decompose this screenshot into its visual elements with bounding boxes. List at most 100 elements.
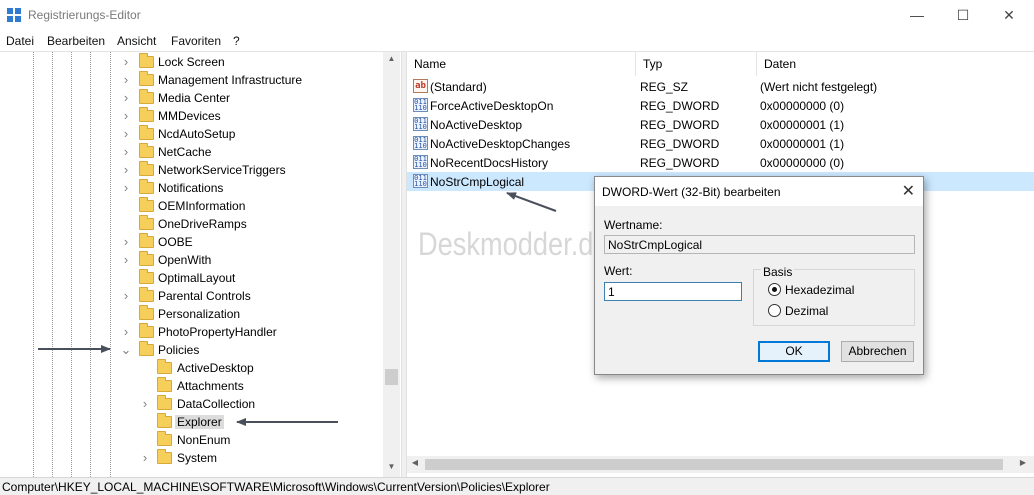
minimize-button[interactable]: — (894, 0, 940, 31)
tree-item[interactable]: › OpenWith (0, 251, 380, 269)
tree-item-label[interactable]: OpenWith (158, 253, 211, 267)
tree-scrollbar-thumb[interactable] (385, 369, 398, 385)
values-hscrollbar-thumb[interactable] (425, 459, 1003, 470)
tree-item-label[interactable]: Personalization (158, 307, 240, 321)
tree-item[interactable]: Explorer (0, 413, 380, 431)
hex-radio[interactable] (768, 283, 781, 296)
tree-item[interactable]: ⌄ Policies (0, 341, 380, 359)
dec-radio-label[interactable]: Dezimal (785, 304, 828, 318)
expand-chevron-icon[interactable]: › (119, 288, 133, 304)
tree-item-label[interactable]: Parental Controls (158, 289, 251, 303)
value-row[interactable]: 011 110 NoActiveDesktop REG_DWORD 0x0000000… (407, 115, 1034, 134)
expand-chevron-icon[interactable]: › (138, 450, 152, 466)
collapse-chevron-icon[interactable]: ⌄ (119, 342, 133, 358)
expand-chevron-icon[interactable]: › (119, 180, 133, 196)
tree-item-label[interactable]: DataCollection (177, 397, 255, 411)
dialog-close-icon[interactable]: ✕ (902, 181, 915, 201)
expand-chevron-icon[interactable]: › (119, 54, 133, 70)
tree-item[interactable]: › NetCache (0, 143, 380, 161)
menu-ansicht[interactable]: Ansicht (117, 34, 156, 48)
column-header-data[interactable]: Daten (757, 52, 1034, 76)
tree-item[interactable]: › PhotoPropertyHandler (0, 323, 380, 341)
expand-chevron-icon[interactable]: › (119, 324, 133, 340)
scroll-up-icon[interactable]: ▲ (383, 54, 400, 63)
cancel-button[interactable]: Abbrechen (841, 341, 914, 362)
tree-item[interactable]: › OOBE (0, 233, 380, 251)
key-tree[interactable]: › Lock Screen › Management Infrastructure › M… (0, 52, 401, 477)
expand-chevron-icon[interactable]: › (119, 72, 133, 88)
expand-chevron-icon[interactable]: › (119, 162, 133, 178)
dialog-title-bar: DWORD-Wert (32-Bit) bearbeiten ✕ (595, 177, 923, 206)
tree-item-label[interactable]: NetworkServiceTriggers (158, 163, 286, 177)
tree-item[interactable]: Attachments (0, 377, 380, 395)
tree-item[interactable]: NonEnum (0, 431, 380, 449)
value-row[interactable]: 011 110 ForceActiveDesktopOn REG_DWORD 0x00… (407, 96, 1034, 115)
tree-item-label[interactable]: Attachments (177, 379, 244, 393)
tree-item-label[interactable]: System (177, 451, 217, 465)
values-hscrollbar[interactable]: ◀ ▶ (407, 456, 1034, 473)
folder-icon (157, 413, 172, 428)
tree-item[interactable]: › Lock Screen (0, 53, 380, 71)
tree-item[interactable]: ActiveDesktop (0, 359, 380, 377)
folder-icon (139, 143, 154, 158)
tree-item[interactable]: › NcdAutoSetup (0, 125, 380, 143)
scroll-right-icon[interactable]: ▶ (1017, 458, 1029, 467)
scroll-left-icon[interactable]: ◀ (409, 458, 421, 467)
column-header-name[interactable]: Name (407, 52, 636, 76)
menu-favoriten[interactable]: Favoriten (171, 34, 221, 48)
tree-item-label[interactable]: OptimalLayout (158, 271, 235, 285)
expand-chevron-icon[interactable]: › (119, 144, 133, 160)
tree-item-label[interactable]: NcdAutoSetup (158, 127, 235, 141)
tree-item-label[interactable]: PhotoPropertyHandler (158, 325, 277, 339)
tree-item[interactable]: › Media Center (0, 89, 380, 107)
expand-chevron-icon[interactable]: › (138, 396, 152, 412)
column-header-type[interactable]: Typ (636, 52, 757, 76)
tree-item[interactable]: › DataCollection (0, 395, 380, 413)
menu-help[interactable]: ? (233, 34, 240, 48)
expand-chevron-icon[interactable]: › (119, 126, 133, 142)
tree-item[interactable]: › NetworkServiceTriggers (0, 161, 380, 179)
value-name-cell: NoStrCmpLogical (430, 175, 525, 189)
menu-bearbeiten[interactable]: Bearbeiten (47, 34, 105, 48)
menu-bar: Datei Bearbeiten Ansicht Favoriten ? (0, 31, 1034, 51)
tree-item[interactable]: › System (0, 449, 380, 467)
tree-item[interactable]: › MMDevices (0, 107, 380, 125)
tree-item-label[interactable]: Explorer (175, 415, 224, 429)
tree-item[interactable]: OneDriveRamps (0, 215, 380, 233)
expand-chevron-icon[interactable]: › (119, 252, 133, 268)
close-button[interactable]: ✕ (986, 0, 1032, 31)
maximize-button[interactable]: ☐ (940, 0, 986, 31)
tree-item-label[interactable]: Notifications (158, 181, 223, 195)
tree-item[interactable]: › Notifications (0, 179, 380, 197)
tree-item-label[interactable]: OOBE (158, 235, 193, 249)
value-name-cell: (Standard) (430, 80, 487, 94)
tree-item[interactable]: Personalization (0, 305, 380, 323)
hex-radio-label[interactable]: Hexadezimal (785, 283, 854, 297)
value-row[interactable]: 011 110 NoRecentDocsHistory REG_DWORD 0x000… (407, 153, 1034, 172)
tree-item-label[interactable]: Policies (158, 343, 199, 357)
tree-scrollbar[interactable]: ▲ ▼ (383, 52, 400, 477)
tree-item[interactable]: › Management Infrastructure (0, 71, 380, 89)
expand-chevron-icon[interactable]: › (119, 234, 133, 250)
dec-radio[interactable] (768, 304, 781, 317)
expand-chevron-icon[interactable]: › (119, 108, 133, 124)
tree-item-label[interactable]: Media Center (158, 91, 230, 105)
tree-item-label[interactable]: OneDriveRamps (158, 217, 247, 231)
scroll-down-icon[interactable]: ▼ (383, 462, 400, 471)
tree-item-label[interactable]: NetCache (158, 145, 211, 159)
value-row[interactable]: ab (Standard) REG_SZ (Wert nicht festgelegt… (407, 77, 1034, 96)
value-data-input[interactable]: 1 (604, 282, 742, 301)
value-row[interactable]: 011 110 NoActiveDesktopChanges REG_DWORD 0x… (407, 134, 1034, 153)
tree-item-label[interactable]: OEMInformation (158, 199, 245, 213)
expand-chevron-icon[interactable]: › (119, 90, 133, 106)
tree-item[interactable]: OEMInformation (0, 197, 380, 215)
tree-item-label[interactable]: MMDevices (158, 109, 221, 123)
menu-datei[interactable]: Datei (6, 34, 34, 48)
tree-item-label[interactable]: Management Infrastructure (158, 73, 302, 87)
tree-item-label[interactable]: NonEnum (177, 433, 230, 447)
tree-item-label[interactable]: Lock Screen (158, 55, 225, 69)
ok-button[interactable]: OK (758, 341, 830, 362)
tree-item[interactable]: OptimalLayout (0, 269, 380, 287)
tree-item-label[interactable]: ActiveDesktop (177, 361, 254, 375)
tree-item[interactable]: › Parental Controls (0, 287, 380, 305)
